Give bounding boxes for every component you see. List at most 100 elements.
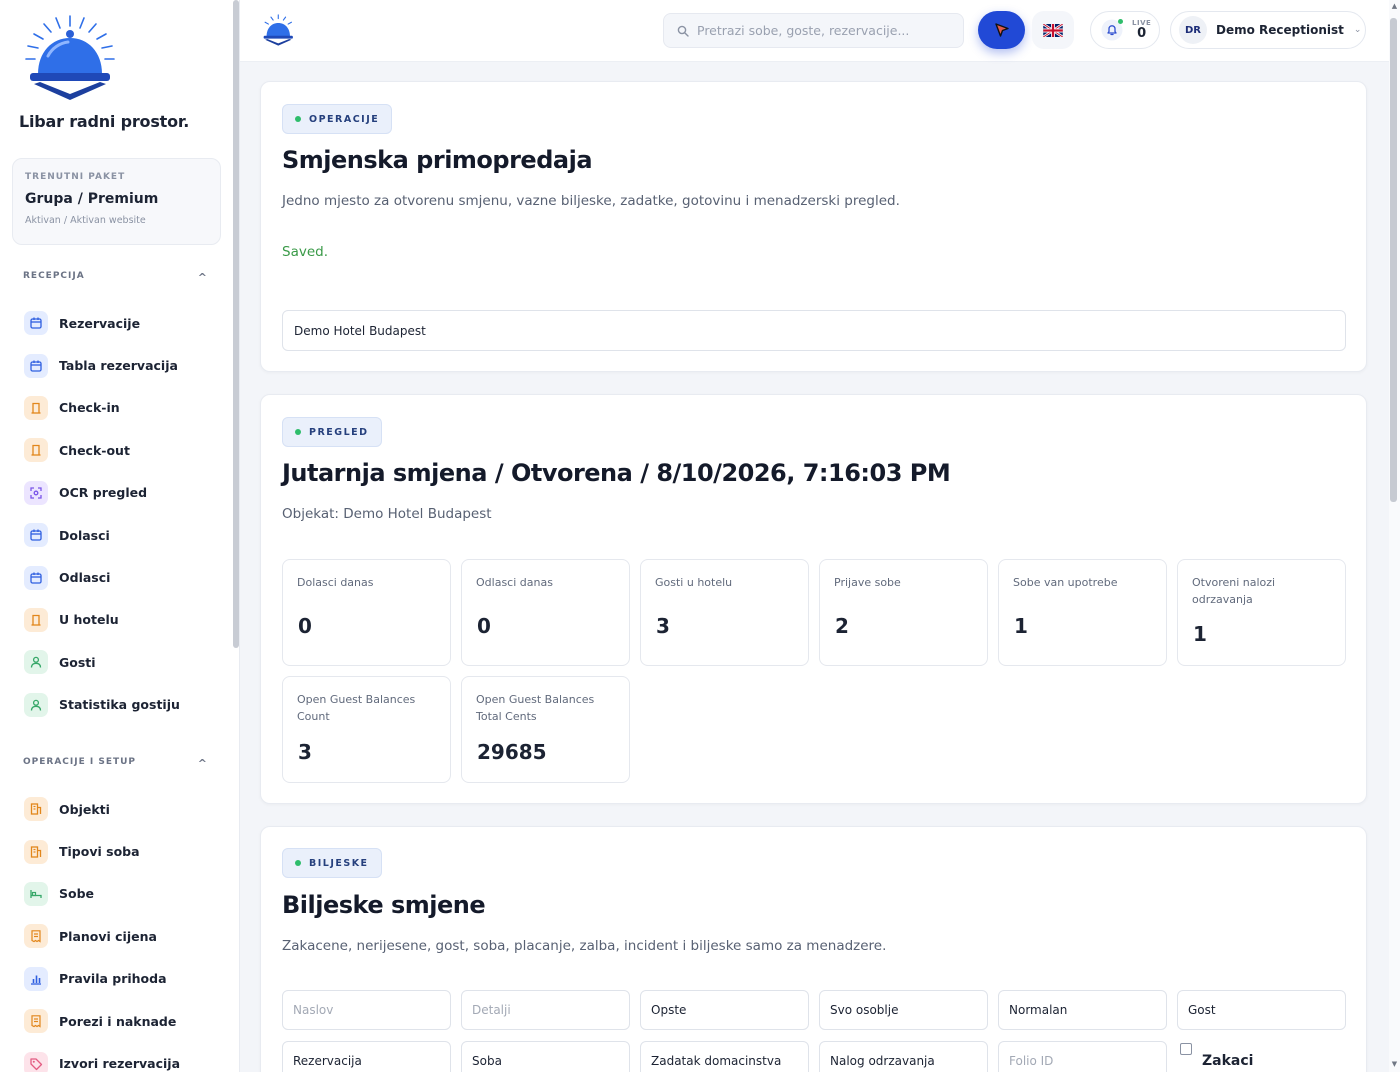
stat-guests-in-house: Gosti u hotelu 3 — [640, 559, 809, 666]
sidebar-item-statistika-gostiju[interactable]: Statistika gostiju — [24, 684, 224, 726]
sidebar: Libar radni prostor. TRENUTNI PAKET Grup… — [0, 0, 240, 1072]
receipt-icon — [24, 1009, 48, 1034]
note-room-select[interactable] — [461, 1041, 630, 1072]
sidebar-item-tipovi-soba[interactable]: Tipovi soba — [24, 830, 224, 872]
sidebar-item-sobe[interactable]: Sobe — [24, 873, 224, 915]
search-icon — [677, 25, 689, 37]
user-icon — [24, 650, 48, 675]
sidebar-item-pravila-prihoda[interactable]: Pravila prihoda — [24, 958, 224, 1000]
note-audience-select[interactable] — [819, 990, 988, 1030]
shift-title: Jutarnja smjena / Otvorena / 8/10/2026, … — [282, 459, 951, 487]
notes-description: Zakacene, nerijesene, gost, soba, placan… — [282, 938, 887, 954]
language-switch-button[interactable] — [1032, 11, 1074, 49]
hotel-select[interactable] — [282, 310, 1346, 351]
stat-value: 0 — [477, 614, 491, 638]
bell-logo-icon[interactable] — [20, 12, 124, 108]
section-title: OPERACIJE I SETUP — [23, 757, 137, 767]
sidebar-scrollbar[interactable] — [233, 0, 239, 648]
building-icon — [24, 797, 48, 822]
pin-checkbox[interactable] — [1180, 1043, 1192, 1055]
sidebar-item-porezi-i-naknade[interactable]: Porezi i naknade — [24, 1000, 224, 1042]
sidebar-item-check-in[interactable]: Check-in — [24, 387, 224, 429]
brand-name: Libar radni prostor. — [19, 112, 190, 131]
calendar-icon — [24, 523, 48, 548]
stat-open-balances-count: Open Guest Balances Count 3 — [282, 676, 451, 783]
sidebar-item-ocr-pregled[interactable]: OCR pregled — [24, 472, 224, 514]
stat-value: 0 — [298, 614, 312, 638]
sidebar-item-u-hotelu[interactable]: U hotelu — [24, 599, 224, 641]
stat-rooms-out-of-order: Sobe van upotrebe 1 — [998, 559, 1167, 666]
user-name: Demo Receptionist — [1216, 23, 1344, 37]
scan-icon — [24, 480, 48, 505]
note-maintenance-select[interactable] — [819, 1041, 988, 1072]
chevron-down-icon: ⌄ — [1353, 25, 1362, 35]
stat-label: Odlasci danas — [476, 576, 553, 589]
stat-room-reports: Prijave sobe 2 — [819, 559, 988, 666]
stat-label: Sobe van upotrebe — [1013, 576, 1118, 589]
stat-label: Prijave sobe — [834, 576, 901, 589]
stat-label: Open Guest Balances Count — [297, 693, 416, 723]
sidebar-item-planovi-cijena[interactable]: Planovi cijena — [24, 915, 224, 957]
sidebar-item-rezervacije[interactable]: Rezervacije — [24, 302, 224, 344]
bell-logo-icon[interactable] — [260, 12, 298, 50]
note-folio-input[interactable] — [998, 1041, 1167, 1072]
sidebar-item-izvori-rezervacija[interactable]: Izvori rezervacija — [24, 1042, 224, 1072]
pin-note-toggle[interactable]: Zakaci — [1180, 1042, 1253, 1069]
stat-open-balances-total: Open Guest Balances Total Cents 29685 — [461, 676, 630, 783]
note-title-input[interactable] — [282, 990, 451, 1030]
stat-open-maintenance: Otvoreni nalozi odrzavanja 1 — [1177, 559, 1346, 666]
sidebar-item-label: Gosti — [59, 654, 96, 670]
note-reservation-select[interactable] — [282, 1041, 451, 1072]
live-counter: LIVE 0 — [1132, 19, 1151, 41]
sidebar-item-check-out[interactable]: Check-out — [24, 429, 224, 471]
sidebar-item-label: Dolasci — [59, 527, 110, 543]
sidebar-item-label: Odlasci — [59, 570, 111, 586]
note-category-select[interactable] — [640, 990, 809, 1030]
stat-label: Dolasci danas — [297, 576, 374, 589]
note-details-input[interactable] — [461, 990, 630, 1030]
nav-operations: Objekti Tipovi soba Sobe Planovi cijena Prav… — [24, 788, 224, 1072]
sidebar-item-gosti[interactable]: Gosti — [24, 641, 224, 683]
chevron-up-icon[interactable]: ^ — [198, 757, 208, 770]
search-input[interactable] — [697, 23, 957, 38]
sidebar-item-label: Objekti — [59, 801, 110, 817]
sidebar-item-label: Tipovi soba — [59, 844, 140, 860]
door-icon — [24, 395, 48, 420]
sidebar-item-label: Planovi cijena — [59, 928, 157, 944]
notifications-button[interactable]: LIVE 0 — [1090, 11, 1160, 49]
section-tag: OPERACIJE — [282, 104, 393, 134]
note-housekeeping-select[interactable] — [640, 1041, 809, 1072]
nav-reception: Rezervacije Tabla rezervacija Check-in Chec… — [24, 302, 224, 726]
scroll-down-arrow-icon[interactable]: ▼ — [1389, 1060, 1400, 1068]
bed-icon — [24, 881, 48, 906]
topbar: LIVE 0 DR Demo Receptionist ⌄ — [240, 0, 1390, 62]
global-search[interactable] — [663, 13, 964, 48]
note-priority-select[interactable] — [998, 990, 1167, 1030]
saved-message: Saved. — [282, 244, 328, 260]
user-menu-button[interactable]: DR Demo Receptionist ⌄ — [1170, 11, 1366, 49]
scroll-up-arrow-icon[interactable]: ▲ — [1389, 2, 1400, 10]
sidebar-item-label: Tabla rezervacija — [59, 358, 178, 374]
sidebar-item-label: Rezervacije — [59, 315, 141, 331]
sidebar-item-tabla-rezervacija[interactable]: Tabla rezervacija — [24, 344, 224, 386]
stat-label: Otvoreni nalozi odrzavanja — [1192, 576, 1276, 606]
property-label: Objekat: Demo Hotel Budapest — [282, 506, 492, 522]
calendar-icon — [24, 565, 48, 590]
receipt-icon — [24, 924, 48, 949]
section-header-operations[interactable]: OPERACIJE I SETUP ^ — [23, 757, 213, 770]
stat-value: 3 — [298, 740, 312, 764]
section-header-reception[interactable]: RECEPCIJA ^ — [23, 271, 213, 284]
sidebar-item-label: OCR pregled — [59, 485, 148, 501]
sidebar-item-odlasci[interactable]: Odlasci — [24, 556, 224, 598]
sidebar-item-label: Sobe — [59, 886, 95, 902]
sidebar-item-dolasci[interactable]: Dolasci — [24, 514, 224, 556]
sidebar-item-objekti[interactable]: Objekti — [24, 788, 224, 830]
plan-name: Grupa / Premium — [25, 191, 159, 207]
current-plan-card: TRENUTNI PAKET Grupa / Premium Aktivan /… — [12, 158, 221, 245]
main-scrollbar-thumb[interactable] — [1390, 18, 1397, 502]
chevron-up-icon[interactable]: ^ — [198, 271, 208, 284]
note-guest-select[interactable] — [1177, 990, 1346, 1030]
section-tag-label: PREGLED — [309, 426, 369, 438]
navigation-cursor-button[interactable] — [978, 11, 1025, 49]
section-tag-label: OPERACIJE — [309, 113, 380, 125]
